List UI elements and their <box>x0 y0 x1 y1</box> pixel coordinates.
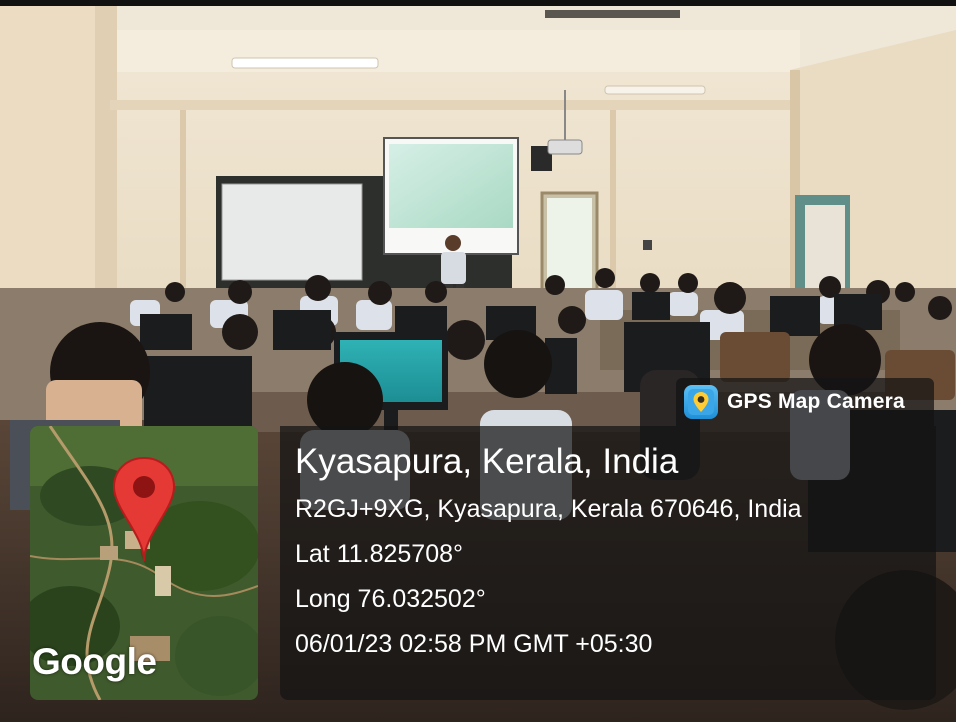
latitude: Lat 11.825708° <box>295 540 464 568</box>
gps-map-camera-label: GPS Map Camera <box>727 390 905 413</box>
longitude: Long 76.032502° <box>295 585 486 613</box>
map-pin-icon <box>108 454 180 571</box>
location-title: Kyasapura, Kerala, India <box>295 442 679 481</box>
gps-map-camera-app-icon <box>684 385 718 419</box>
gps-map-camera-badge: GPS Map Camera <box>676 378 934 426</box>
location-address: R2GJ+9XG, Kyasapura, Kerala 670646, Indi… <box>295 495 802 523</box>
google-attribution: Google <box>32 641 157 682</box>
datetime-stamp: 06/01/23 02:58 PM GMT +05:30 <box>295 630 653 658</box>
